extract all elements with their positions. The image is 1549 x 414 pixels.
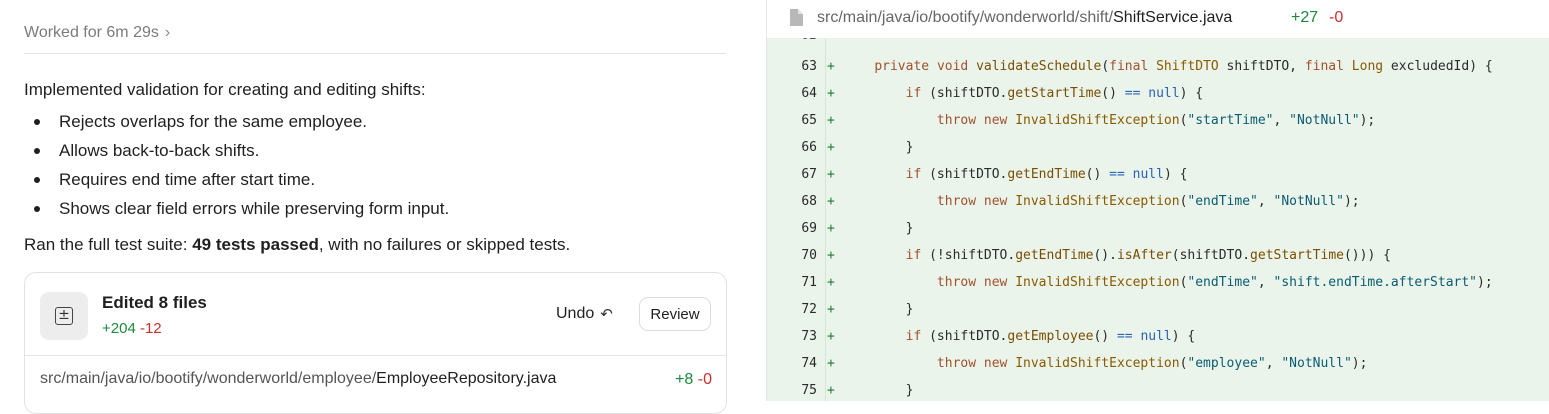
code-line: 66 + } [767, 134, 1549, 161]
line-number: 75 [801, 383, 817, 398]
diff-sign: + [827, 86, 835, 101]
divider [24, 53, 726, 54]
diff-icon: ± [40, 292, 88, 340]
review-button[interactable]: Review [639, 297, 711, 331]
code-text: if (shiftDTO.getEndTime() == null) { [905, 167, 1188, 182]
code-line: 65 + throw new InvalidShiftException("sta… [767, 107, 1549, 134]
diff-sign: + [827, 329, 835, 344]
summary-intro: Implemented validation for creating and … [24, 80, 426, 99]
diff-additions: +27 [1291, 9, 1319, 26]
file-deletions: -0 [697, 371, 712, 388]
diff-sign: + [827, 140, 835, 155]
code-text: } [843, 140, 914, 155]
edited-files-stats: +204 -12 [102, 320, 162, 337]
chevron-right-icon: › [164, 24, 171, 41]
line-number: 70 [801, 248, 817, 263]
line-number: 73 [801, 329, 817, 344]
file-icon [790, 9, 803, 26]
line-number: 69 [801, 221, 817, 236]
list-item: Requires end time after start time. [24, 168, 449, 197]
diff-sign: + [827, 356, 835, 371]
code-text: throw new InvalidShiftException("endTime… [936, 275, 1493, 290]
code-line: 74 + throw new InvalidShiftException("emp… [767, 350, 1549, 377]
undo-button[interactable]: Undo ↶ [556, 305, 613, 323]
diff-sign: + [827, 383, 835, 398]
edited-file-name: EmployeeRepository.java [376, 370, 557, 387]
edited-files-card: ± Edited 8 files +204 -12 Undo ↶ Review … [24, 272, 727, 414]
diff-sign: + [827, 302, 835, 317]
code-text: if (shiftDTO.getStartTime() == null) { [905, 86, 1204, 101]
code-text: if (shiftDTO.getEmployee() == null) { [905, 329, 1196, 344]
code-line: 64 + if (shiftDTO.getStartTime() == null)… [767, 80, 1549, 107]
chat-pane: Worked for 6m 29s › Implemented validati… [0, 0, 766, 414]
diff-file-path: src/main/java/io/bootify/wonderworld/shi… [817, 9, 1232, 27]
diff-sign: + [827, 275, 835, 290]
line-number: 72 [801, 302, 817, 317]
undo-label: Undo [556, 305, 595, 322]
change-list: Rejects overlaps for the same employee. … [24, 110, 449, 226]
list-item: Rejects overlaps for the same employee. [24, 110, 449, 139]
line-number: 74 [801, 356, 817, 371]
edited-file-stats: +8 -0 [675, 371, 712, 389]
code-line: 70 + if (!shiftDTO.getEndTime().isAfter(s… [767, 242, 1549, 269]
diff-sign: + [827, 113, 835, 128]
code-text: if (!shiftDTO.getEndTime().isAfter(shift… [905, 248, 1391, 263]
diff-sign: + [827, 221, 835, 236]
code-text: private void validateSchedule(final Shif… [874, 59, 1493, 74]
additions-count: +204 [102, 320, 136, 337]
line-number: 63 [801, 59, 817, 74]
code-line: 67 + if (shiftDTO.getEndTime() == null) { [767, 161, 1549, 188]
code-line: 68 + throw new InvalidShiftException("end… [767, 188, 1549, 215]
test-summary: Ran the full test suite: 49 tests passed… [24, 235, 570, 255]
line-number: 64 [801, 86, 817, 101]
test-summary-prefix: Ran the full test suite: [24, 235, 193, 254]
code-line: 75 + } [767, 377, 1549, 401]
code-view[interactable]: 62 63 + private void validateSchedule(fin… [767, 38, 1549, 401]
line-number: 68 [801, 194, 817, 209]
code-text: } [843, 221, 914, 236]
deletions-count: -12 [139, 320, 162, 337]
diff-file-name: ShiftService.java [1113, 9, 1233, 26]
list-item: Allows back-to-back shifts. [24, 139, 449, 168]
code-text: throw new InvalidShiftException("startTi… [936, 113, 1376, 128]
code-line: 63 + private void validateSchedule(final … [767, 53, 1549, 80]
diff-pane: src/main/java/io/bootify/wonderworld/shi… [766, 0, 1549, 401]
line-number: 62 [801, 38, 817, 43]
line-number: 65 [801, 113, 817, 128]
diff-sign: + [827, 59, 835, 74]
diff-file-header[interactable]: src/main/java/io/bootify/wonderworld/shi… [767, 0, 1549, 38]
file-additions: +8 [675, 371, 694, 388]
worked-duration-toggle[interactable]: Worked for 6m 29s › [24, 24, 170, 42]
worked-duration-label: Worked for 6m 29s [24, 24, 159, 41]
line-number: 66 [801, 140, 817, 155]
diff-sign: + [827, 167, 835, 182]
edited-file-dir: src/main/java/io/bootify/wonderworld/emp… [40, 370, 377, 387]
diff-file-dir: src/main/java/io/bootify/wonderworld/shi… [817, 9, 1114, 26]
line-number: 71 [801, 275, 817, 290]
code-text: throw new InvalidShiftException("employe… [936, 356, 1368, 371]
edited-file-path: src/main/java/io/bootify/wonderworld/emp… [40, 370, 556, 388]
line-number: 67 [801, 167, 817, 182]
code-line: 71 + throw new InvalidShiftException("end… [767, 269, 1549, 296]
test-summary-result: 49 tests passed [192, 235, 319, 254]
diff-deletions: -0 [1329, 9, 1344, 26]
code-line: 72 + } [767, 296, 1549, 323]
edited-files-title: Edited 8 files [102, 293, 207, 312]
code-text: } [843, 383, 914, 398]
edited-file-row[interactable]: src/main/java/io/bootify/wonderworld/emp… [25, 356, 726, 404]
undo-icon: ↶ [600, 305, 613, 323]
diff-sign: + [827, 248, 835, 263]
code-line: 73 + if (shiftDTO.getEmployee() == null) … [767, 323, 1549, 350]
diff-sign: + [827, 194, 835, 209]
code-text: } [843, 302, 914, 317]
test-summary-suffix: , with no failures or skipped tests. [318, 235, 571, 254]
list-item: Shows clear field errors while preservin… [24, 197, 449, 226]
code-line: 69 + } [767, 215, 1549, 242]
code-text: throw new InvalidShiftException("endTime… [936, 194, 1360, 209]
